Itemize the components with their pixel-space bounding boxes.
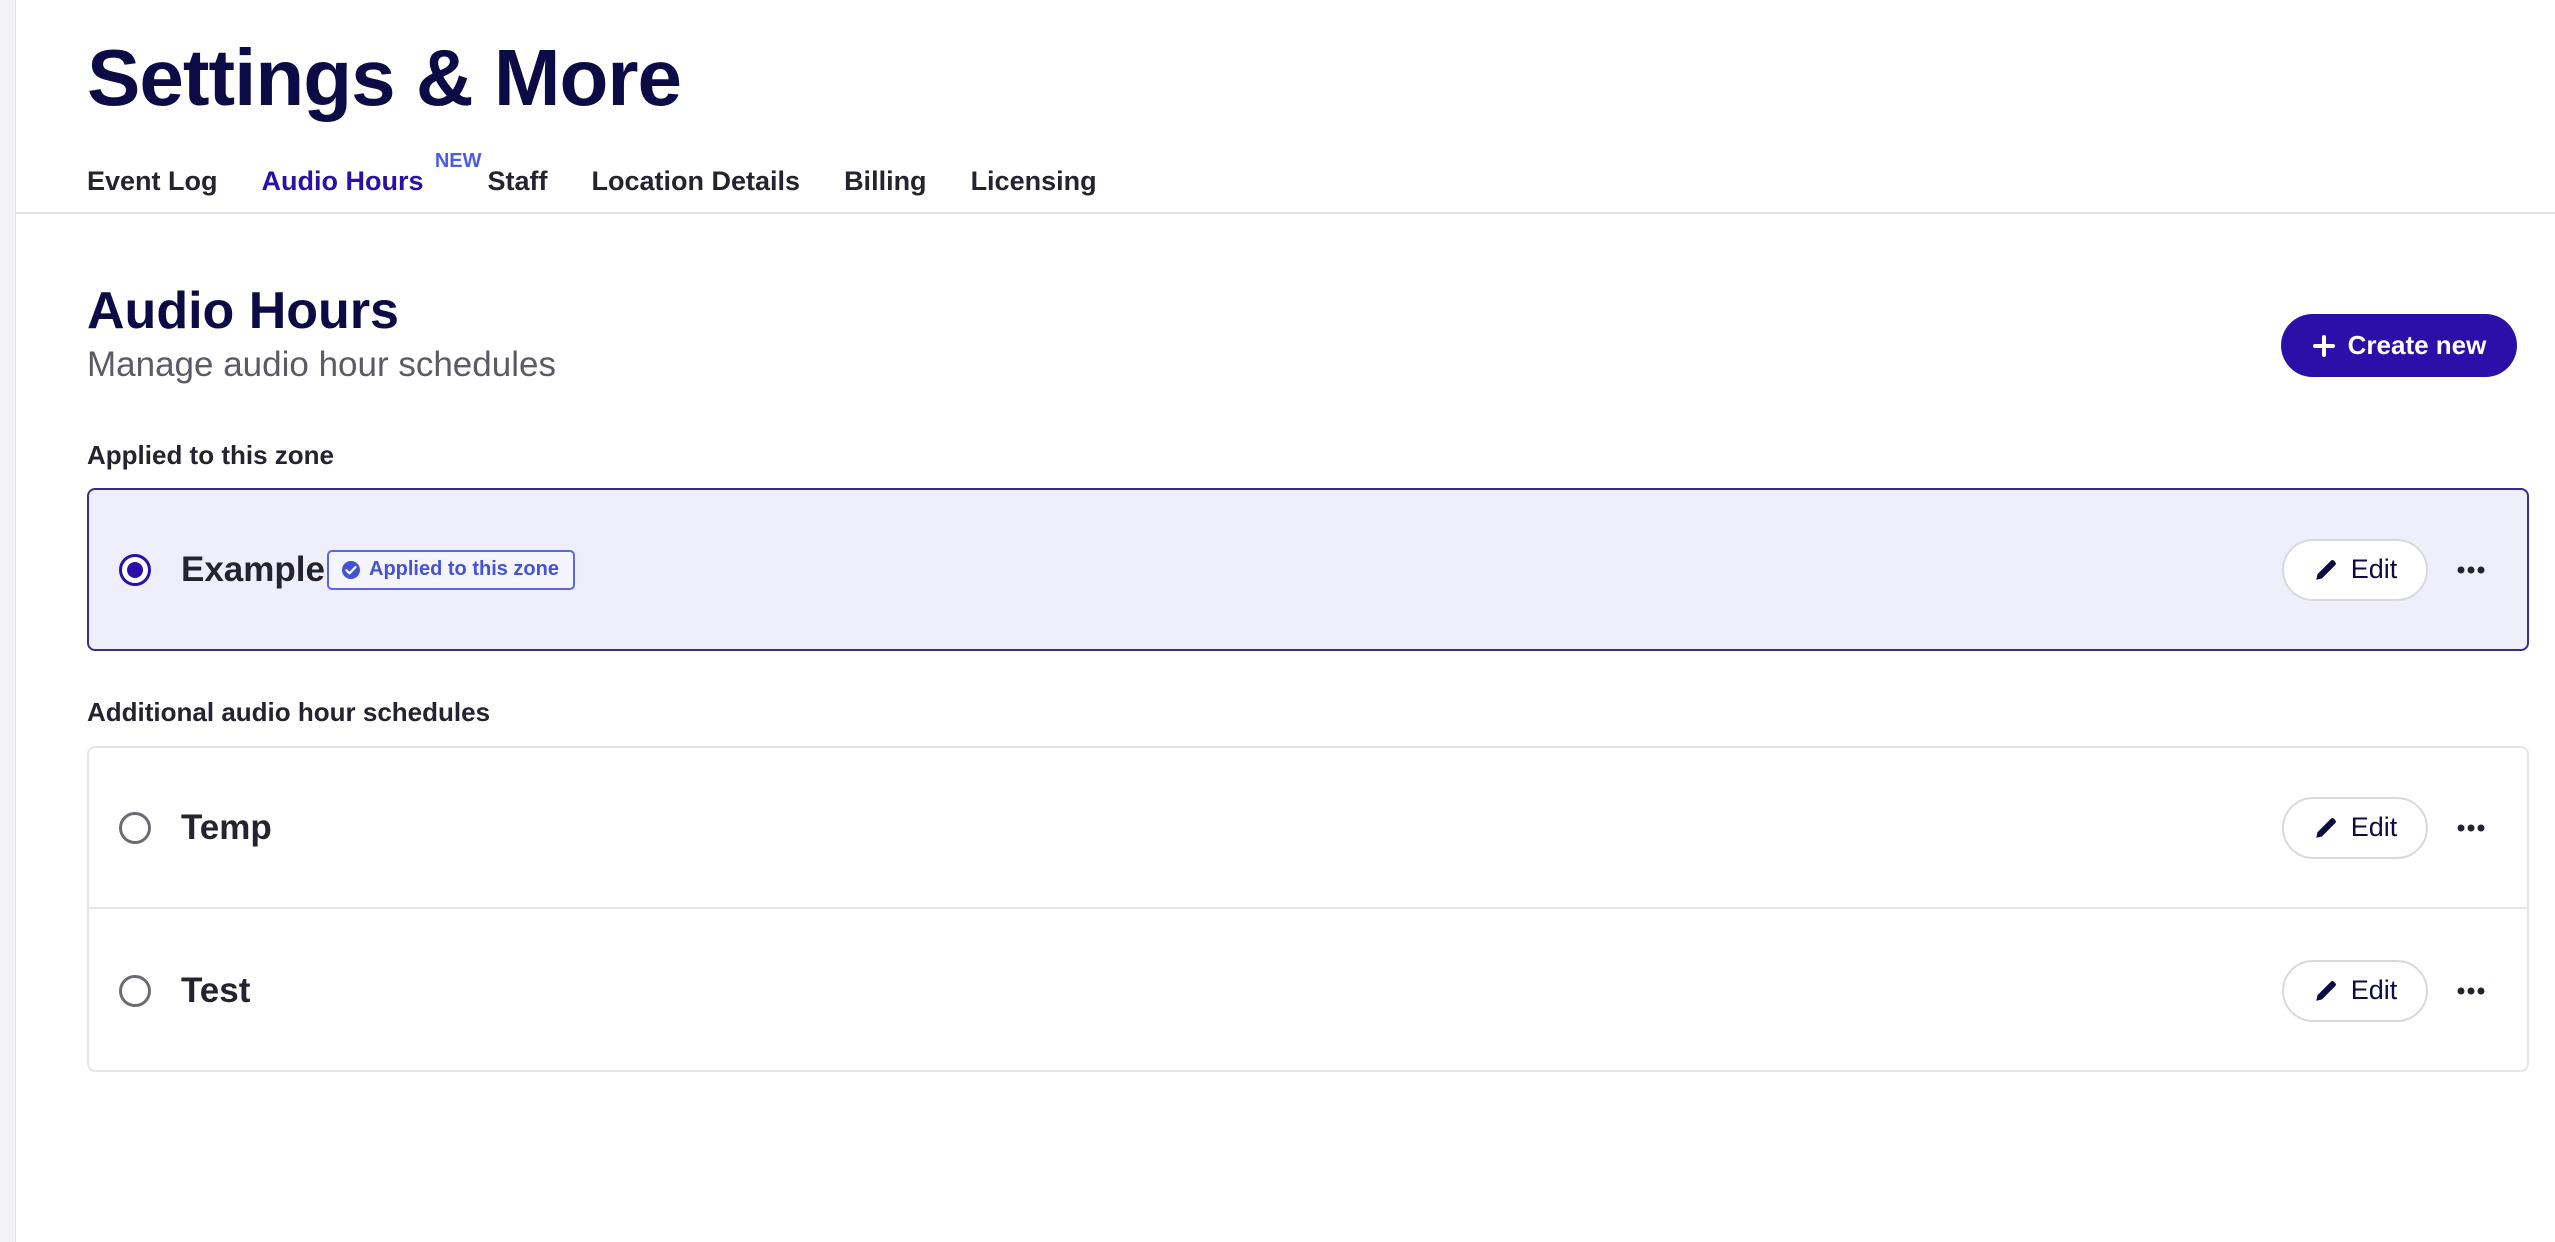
schedule-name: Example [181, 549, 325, 589]
pencil-icon [2315, 817, 2336, 838]
create-new-button[interactable]: Create new [2281, 314, 2517, 377]
applied-schedule-card: Example Applied to this zone Edit [87, 488, 2529, 651]
tabs-divider [16, 212, 2555, 214]
additional-group-label: Additional audio hour schedules [87, 697, 491, 727]
more-options-button[interactable] [2451, 808, 2491, 848]
pencil-icon [2315, 559, 2336, 580]
additional-schedules-card: Temp Edit Test Edit [87, 746, 2529, 1072]
schedule-radio-selected[interactable] [119, 553, 151, 586]
tab-billing[interactable]: Billing [844, 158, 927, 204]
applied-group-label: Applied to this zone [87, 440, 334, 470]
tab-label: Location Details [591, 166, 801, 196]
page-title: Settings & More [87, 33, 682, 122]
tab-audio-hours[interactable]: Audio Hours NEW [261, 150, 482, 204]
pencil-icon [2315, 980, 2336, 1001]
edit-label: Edit [2350, 975, 2398, 1005]
tab-label: Staff [487, 166, 548, 196]
settings-tabs: Event Log Audio Hours NEW Staff Location… [87, 150, 1097, 208]
new-badge: NEW [434, 150, 482, 172]
create-new-label: Create new [2347, 330, 2487, 360]
edit-label: Edit [2350, 554, 2398, 584]
more-horizontal-icon [2457, 987, 2485, 994]
more-horizontal-icon [2457, 566, 2485, 573]
schedule-radio[interactable] [119, 974, 151, 1007]
more-horizontal-icon [2457, 824, 2485, 831]
tab-label: Audio Hours [261, 166, 424, 196]
schedule-row: Example Applied to this zone Edit [89, 490, 2527, 649]
tab-licensing[interactable]: Licensing [971, 158, 1097, 204]
plus-icon [2312, 334, 2335, 357]
tab-staff[interactable]: Staff [488, 158, 548, 204]
schedule-radio[interactable] [119, 811, 151, 844]
schedule-row: Test Edit [89, 910, 2527, 1071]
edit-label: Edit [2350, 812, 2398, 842]
applied-badge: Applied to this zone [327, 549, 575, 590]
left-rail [0, 0, 16, 1242]
tab-label: Event Log [87, 166, 218, 196]
more-options-button[interactable] [2451, 971, 2491, 1011]
tab-label: Licensing [970, 166, 1097, 196]
tab-label: Billing [844, 166, 927, 196]
section-title: Audio Hours [87, 282, 399, 340]
schedule-row: Temp Edit [89, 748, 2527, 909]
tab-location-details[interactable]: Location Details [592, 158, 801, 204]
edit-button[interactable]: Edit [2282, 796, 2428, 859]
more-options-button[interactable] [2451, 550, 2491, 590]
schedule-name: Test [181, 970, 251, 1010]
edit-button[interactable]: Edit [2282, 538, 2428, 601]
schedule-name: Temp [181, 807, 272, 847]
applied-badge-label: Applied to this zone [369, 558, 559, 580]
section-subtitle: Manage audio hour schedules [87, 345, 556, 384]
tab-event-log[interactable]: Event Log [87, 158, 218, 204]
check-circle-icon [342, 560, 360, 579]
edit-button[interactable]: Edit [2282, 959, 2428, 1022]
